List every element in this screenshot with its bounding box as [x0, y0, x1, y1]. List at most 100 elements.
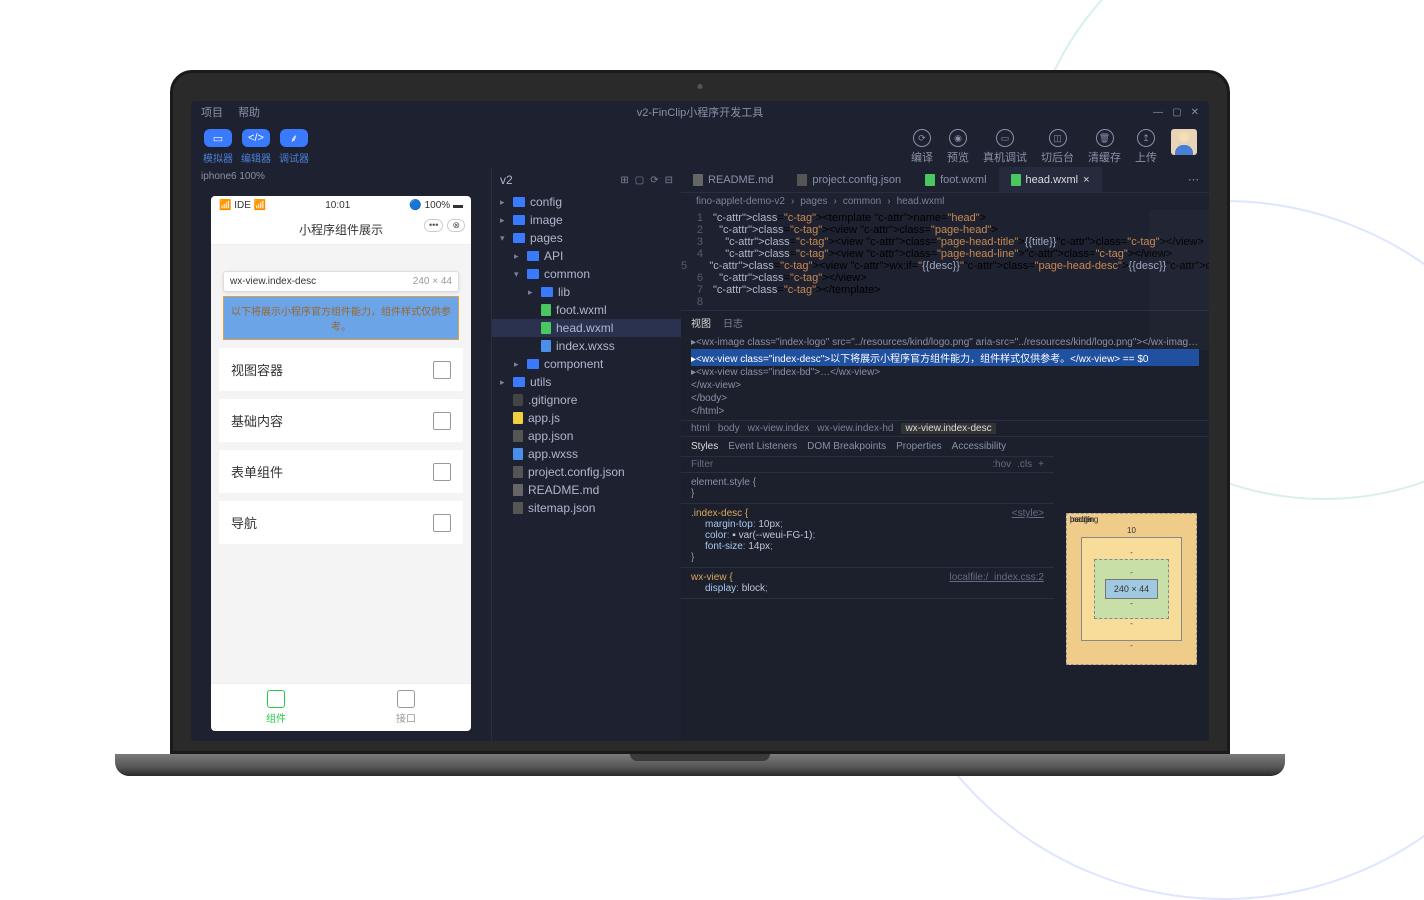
dom-node[interactable]: ▸<wx-view class="index-bd">…</wx-view>	[691, 366, 1199, 379]
crumb-body[interactable]: body	[718, 423, 740, 434]
styles-tab-dom-breakpoints[interactable]: DOM Breakpoints	[807, 441, 886, 452]
new-file-icon[interactable]: ⊞	[620, 175, 628, 186]
menu-item-text[interactable]: 基础内容	[219, 399, 463, 442]
dom-node[interactable]: </wx-view>	[691, 379, 1199, 392]
close-icon[interactable]: ✕	[1191, 107, 1199, 118]
file-index.wxss[interactable]: index.wxss	[492, 337, 681, 355]
folder-icon	[513, 233, 525, 243]
file-foot.wxml[interactable]: foot.wxml	[492, 301, 681, 319]
file-head.wxml[interactable]: head.wxml	[492, 319, 681, 337]
remote-debug-button[interactable]: ▭真机调试	[983, 129, 1027, 165]
highlighted-element[interactable]: 以下将展示小程序官方组件能力，组件样式仅供参考。	[223, 296, 459, 340]
mode-simulator-icon[interactable]: ▭	[204, 129, 232, 147]
phone-time: 10:01	[325, 200, 350, 211]
tab-project.config.json[interactable]: project.config.json	[785, 167, 913, 192]
folder-icon	[527, 251, 539, 261]
folder-lib[interactable]: ▸lib	[492, 283, 681, 301]
tab-api[interactable]: 接口	[341, 684, 471, 731]
tab-component[interactable]: 组件	[211, 684, 341, 731]
file-.gitignore[interactable]: .gitignore	[492, 391, 681, 409]
devtools-tab-log[interactable]: 日志	[723, 315, 743, 330]
element-style-block[interactable]: element.style {}	[681, 473, 1054, 504]
file-sitemap.json[interactable]: sitemap.json	[492, 499, 681, 517]
folder-image[interactable]: ▸image	[492, 211, 681, 229]
box-model-content: 240 × 44	[1105, 579, 1158, 599]
editor-panel: README.mdproject.config.jsonfoot.wxmlhea…	[681, 167, 1209, 741]
file-project.config.json[interactable]: project.config.json	[492, 463, 681, 481]
tooltip-size: 240 × 44	[413, 276, 452, 287]
styles-tab-properties[interactable]: Properties	[896, 441, 942, 452]
devtools-tab-view[interactable]: 视图	[691, 315, 711, 330]
new-folder-icon[interactable]: ▢	[635, 175, 644, 186]
background-button[interactable]: ◫切后台	[1041, 129, 1074, 165]
breadcrumb[interactable]: fino-applet-demo-v2›pages›common›head.wx…	[681, 193, 1209, 210]
collapse-icon[interactable]: ⊟	[665, 175, 673, 186]
folder-utils[interactable]: ▸utils	[492, 373, 681, 391]
box-model[interactable]: margin 10 border - padding - 240 × 4	[1054, 437, 1209, 741]
minimize-icon[interactable]: —	[1153, 107, 1163, 118]
styles-tab-styles[interactable]: Styles	[691, 441, 718, 452]
css-rule-index-desc[interactable]: .index-desc {<style> margin-top: 10px;co…	[681, 504, 1054, 568]
menu-item-nav[interactable]: 导航	[219, 501, 463, 544]
file-app.js[interactable]: app.js	[492, 409, 681, 427]
editor-tabs: README.mdproject.config.jsonfoot.wxmlhea…	[681, 167, 1209, 193]
folder-common[interactable]: ▾common	[492, 265, 681, 283]
hov-toggle[interactable]: :hov	[992, 459, 1011, 470]
minimap[interactable]	[1149, 210, 1209, 350]
mode-debugger-icon[interactable]: ⸙	[280, 129, 308, 147]
more-icon[interactable]: •••	[424, 219, 443, 232]
add-rule-icon[interactable]: +	[1038, 459, 1044, 470]
folder-API[interactable]: ▸API	[492, 247, 681, 265]
refresh-icon[interactable]: ⟳	[650, 175, 658, 186]
file-app.json[interactable]: app.json	[492, 427, 681, 445]
simulator-device-label[interactable]: iphone6 100%	[191, 167, 491, 186]
folder-icon	[513, 197, 525, 207]
crumb-wx-view.index-desc[interactable]: wx-view.index-desc	[901, 423, 995, 434]
file-icon	[513, 394, 523, 406]
cls-toggle[interactable]: .cls	[1017, 459, 1032, 470]
crumb-wx-view.index-hd[interactable]: wx-view.index-hd	[817, 423, 893, 434]
styles-tab-event-listeners[interactable]: Event Listeners	[728, 441, 797, 452]
crumb-html[interactable]: html	[691, 423, 710, 434]
css-rule-wx-view[interactable]: wx-view {localfile:/_index.css:2 display…	[681, 568, 1054, 599]
tree-header: v2 ⊞ ▢ ⟳ ⊟	[492, 167, 681, 193]
tab-head.wxml[interactable]: head.wxml×	[999, 167, 1102, 192]
file-icon	[513, 484, 523, 496]
dom-node[interactable]: </html>	[691, 405, 1199, 418]
dom-inspector[interactable]: ▸<wx-image class="index-logo" src="../re…	[681, 334, 1209, 420]
user-avatar[interactable]	[1171, 129, 1197, 155]
dom-node[interactable]: ▸<wx-image class="index-logo" src="../re…	[691, 336, 1199, 349]
menu-help[interactable]: 帮助	[238, 107, 260, 119]
file-README.md[interactable]: README.md	[492, 481, 681, 499]
menu-item-form[interactable]: 表单组件	[219, 450, 463, 493]
tabs-more-icon[interactable]: ⋯	[1178, 167, 1209, 192]
dom-node[interactable]: ▸<wx-view class="index-desc">以下将展示小程序官方组…	[691, 349, 1199, 366]
crumb-wx-view.index[interactable]: wx-view.index	[748, 423, 810, 434]
folder-component[interactable]: ▸component	[492, 355, 681, 373]
dom-node[interactable]: </body>	[691, 392, 1199, 405]
close-tab-icon[interactable]: ×	[1083, 174, 1089, 186]
dom-crumb-bar[interactable]: html body wx-view.index wx-view.index-hd wx-…	[681, 420, 1209, 436]
tree-root-name[interactable]: v2	[500, 173, 513, 187]
phone-title: 小程序组件展示	[299, 223, 383, 237]
tab-foot.wxml[interactable]: foot.wxml	[913, 167, 998, 192]
phone-body[interactable]: wx-view.index-desc 240 × 44 以下将展示小程序官方组件…	[211, 245, 471, 683]
styles-tab-accessibility[interactable]: Accessibility	[952, 441, 1006, 452]
close-program-icon[interactable]: ⊗	[447, 219, 465, 232]
mode-editor-icon[interactable]: </>	[242, 129, 270, 147]
preview-button[interactable]: ◉预览	[947, 129, 969, 165]
styles-filter-input[interactable]: Filter	[691, 459, 713, 470]
clear-cache-button[interactable]: 🗑清缓存	[1088, 129, 1121, 165]
upload-button[interactable]: ↥上传	[1135, 129, 1157, 165]
file-app.wxss[interactable]: app.wxss	[492, 445, 681, 463]
tooltip-selector: wx-view.index-desc	[230, 276, 316, 287]
tab-README.md[interactable]: README.md	[681, 167, 785, 192]
maximize-icon[interactable]: ▢	[1172, 107, 1181, 118]
folder-pages[interactable]: ▾pages	[492, 229, 681, 247]
inspector-tooltip: wx-view.index-desc 240 × 44	[223, 271, 459, 292]
menu-item-view-container[interactable]: 视图容器	[219, 348, 463, 391]
code-editor[interactable]: 1"c-attr">class="c-tag"><template "c-att…	[681, 210, 1209, 310]
menu-project[interactable]: 项目	[201, 107, 223, 119]
compile-button[interactable]: ⟳编译	[911, 129, 933, 165]
folder-config[interactable]: ▸config	[492, 193, 681, 211]
